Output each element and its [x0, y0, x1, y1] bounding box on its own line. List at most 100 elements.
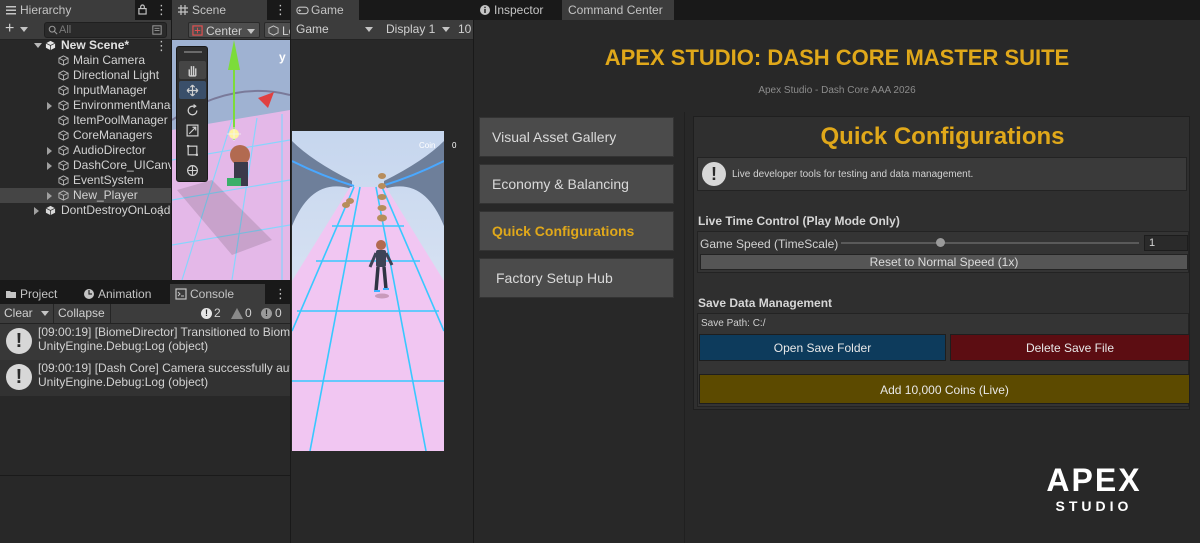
hierarchy-item-directional-light[interactable]: Directional Light — [0, 68, 171, 83]
tab-inspector[interactable]: Inspector — [474, 0, 560, 20]
nav-visual-asset-gallery[interactable]: Visual Asset Gallery — [479, 117, 674, 157]
collapse-button[interactable]: Collapse — [53, 304, 111, 323]
info-icon — [480, 5, 490, 15]
save-box: Save Path: C:/ Open Save Folder Delete S… — [697, 313, 1190, 407]
tab-game-label: Game — [311, 3, 344, 17]
hierarchy-item-item-pool-manager[interactable]: ItemPoolManager — [0, 113, 171, 128]
hierarchy-item-environment-manager[interactable]: EnvironmentManager — [0, 98, 171, 113]
nav-quick-configurations[interactable]: Quick Configurations — [479, 211, 674, 251]
search-filter-icon[interactable] — [152, 25, 162, 35]
resolution-dropdown[interactable]: 10 — [456, 20, 473, 39]
hand-tool-button[interactable] — [179, 61, 206, 79]
game-speed-slider[interactable] — [841, 235, 1139, 251]
expand-arrow-icon[interactable] — [47, 162, 52, 170]
hierarchy-item-event-system[interactable]: EventSystem — [0, 173, 171, 188]
help-text: Live developer tools for testing and dat… — [732, 169, 974, 180]
game-viewport[interactable] — [292, 131, 444, 451]
animation-icon — [84, 289, 94, 299]
scale-tool-icon — [186, 124, 199, 137]
clear-button[interactable]: Clear — [0, 304, 52, 323]
hierarchy-item-audio-director[interactable]: AudioDirector — [0, 143, 171, 158]
tab-hierarchy[interactable]: Hierarchy — [0, 0, 135, 20]
hierarchy-search-input[interactable]: All — [44, 22, 167, 38]
rect-tool-button[interactable] — [179, 141, 206, 159]
scene-toolbar: Center Local — [172, 20, 290, 40]
console-panel: Project Animation Console ⋮ Clear Collap… — [0, 284, 290, 543]
tab-project[interactable]: Project — [0, 284, 78, 304]
tab-console[interactable]: Console — [170, 284, 265, 304]
gameobject-cube-icon — [58, 100, 69, 111]
nav-factory-setup-hub[interactable]: Factory Setup Hub — [479, 258, 674, 298]
hierarchy-item-input-manager[interactable]: InputManager — [0, 83, 171, 98]
tab-game[interactable]: Game — [291, 0, 359, 20]
time-header: Live Time Control (Play Mode Only) — [698, 214, 900, 228]
rotate-tool-button[interactable] — [179, 101, 206, 119]
console-log-row[interactable]: ! [09:00:19] [BiomeDirector] Transitione… — [0, 324, 290, 360]
errors-toggle[interactable]: ! 0 — [258, 304, 288, 323]
scene-kebab-icon[interactable]: ⋮ — [274, 2, 287, 18]
game-mode-dropdown[interactable]: Game — [291, 20, 375, 39]
scene-name: New Scene* — [61, 38, 130, 52]
infos-toggle[interactable]: 0 — [228, 304, 256, 323]
section-title: Quick Configurations — [820, 123, 1065, 150]
delete-save-file-button[interactable]: Delete Save File — [950, 334, 1190, 361]
inspector-tabbar: Inspector Command Center — [474, 0, 1200, 20]
content-divider — [684, 112, 685, 543]
scene-axis-y-label: y — [279, 50, 286, 64]
tab-command-center[interactable]: Command Center — [562, 0, 674, 20]
folder-icon — [6, 291, 16, 298]
console-log-row[interactable]: ! [09:00:19] [Dash Core] Camera successf… — [0, 360, 290, 396]
hierarchy-item-main-camera[interactable]: Main Camera — [0, 53, 171, 68]
game-panel: Game Game Display 1 10 Coin 0 — [291, 0, 473, 543]
scene-expand-arrow-icon[interactable] — [34, 43, 42, 48]
transform-tool-button[interactable] — [179, 161, 206, 179]
console-toolbar: Clear Collapse ! 2 0 ! 0 — [0, 304, 290, 324]
add-coins-button[interactable]: Add 10,000 Coins (Live) — [699, 374, 1190, 404]
tab-animation[interactable]: Animation — [78, 284, 168, 304]
palette-grip[interactable] — [184, 51, 202, 53]
errors-count: 0 — [275, 306, 282, 320]
lock-icon[interactable] — [138, 4, 147, 15]
reset-speed-button[interactable]: Reset to Normal Speed (1x) — [700, 254, 1188, 270]
slider-thumb[interactable] — [936, 238, 945, 247]
save-header: Save Data Management — [698, 296, 833, 310]
tab-scene[interactable]: Scene — [172, 0, 267, 20]
game-coin-value: 0 — [452, 141, 457, 150]
open-save-folder-button[interactable]: Open Save Folder — [699, 334, 946, 361]
scene-panel: Scene ⋮ Center Local y — [172, 0, 290, 280]
hierarchy-item-label: Main Camera — [73, 53, 146, 67]
add-dropdown-icon[interactable] — [20, 27, 28, 32]
dont-destroy-kebab-icon[interactable]: ⋮ — [155, 203, 168, 218]
nav-label: Factory Setup Hub — [496, 270, 613, 286]
warnings-toggle[interactable]: ! 2 — [198, 304, 226, 323]
scene-kebab-icon[interactable]: ⋮ — [155, 38, 168, 53]
pivot-center-dropdown[interactable]: Center — [188, 22, 260, 38]
game-speed-value: 1 — [1149, 237, 1156, 249]
nav-economy-balancing[interactable]: Economy & Balancing — [479, 164, 674, 204]
hierarchy-item-core-managers[interactable]: CoreManagers — [0, 128, 171, 143]
chevron-down-icon — [247, 29, 255, 34]
suite-title: APEX STUDIO: DASH CORE MASTER SUITE — [604, 45, 1070, 70]
expand-arrow-icon[interactable] — [34, 207, 39, 215]
expand-arrow-icon[interactable] — [47, 147, 52, 155]
display-dropdown[interactable]: Display 1 — [381, 20, 453, 39]
console-kebab-icon[interactable]: ⋮ — [274, 286, 287, 302]
help-box: ! Live developer tools for testing and d… — [697, 157, 1187, 191]
add-object-button[interactable]: + — [5, 20, 14, 38]
hierarchy-item-dashcore-uicanvas[interactable]: DashCore_UICanvas — [0, 158, 171, 173]
hierarchy-kebab-icon[interactable]: ⋮ — [155, 2, 168, 18]
scale-tool-button[interactable] — [179, 121, 206, 139]
move-tool-button[interactable] — [179, 81, 206, 99]
warning-icon: ! — [6, 328, 32, 354]
chevron-down-icon — [365, 27, 373, 32]
hierarchy-item-new-player[interactable]: New_Player — [0, 188, 171, 203]
pivot-local-dropdown[interactable]: Local — [264, 22, 290, 38]
console-detail-divider[interactable] — [0, 475, 290, 476]
game-speed-input[interactable]: 1 — [1144, 235, 1188, 251]
expand-arrow-icon[interactable] — [47, 102, 52, 110]
expand-arrow-icon[interactable] — [47, 192, 52, 200]
warnings-count: 2 — [214, 306, 221, 320]
hierarchy-dont-destroy-row[interactable]: DontDestroyOnLoad ⋮ — [0, 203, 171, 218]
hierarchy-scene-row[interactable]: New Scene* ⋮ — [0, 38, 171, 53]
gameobject-cube-icon — [58, 55, 69, 66]
